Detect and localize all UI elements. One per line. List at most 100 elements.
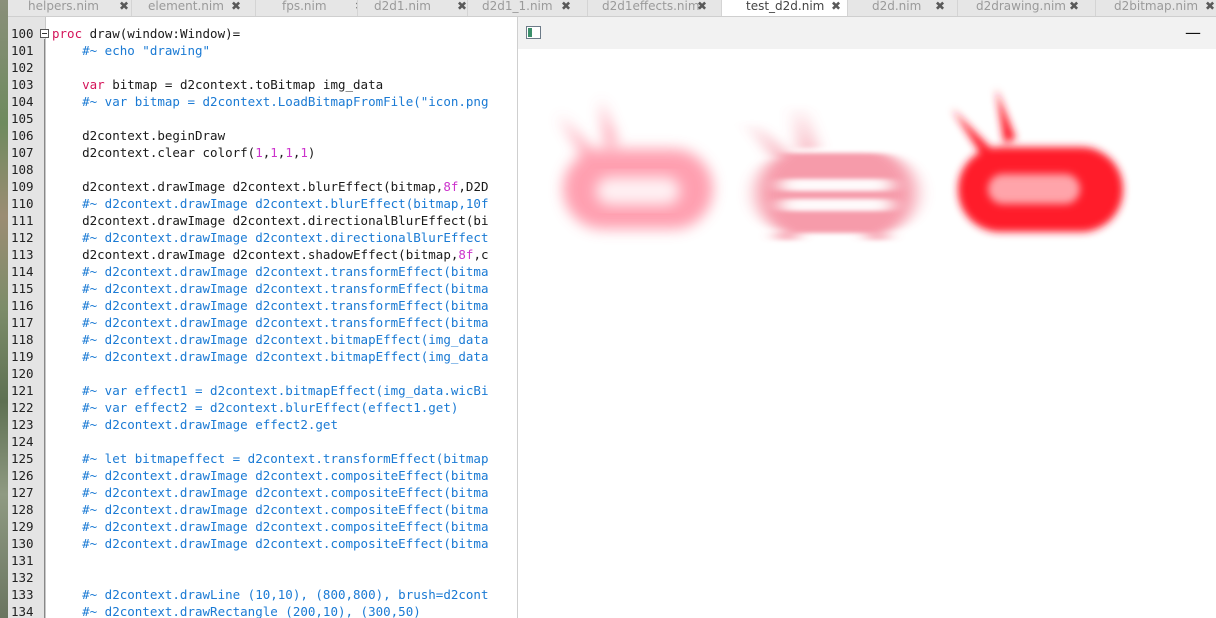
line-number: 105 bbox=[11, 111, 34, 126]
tab-label: element.nim bbox=[148, 0, 224, 13]
tab-separator bbox=[721, 0, 722, 16]
code-text: #~ d2context.drawImage effect2.get bbox=[52, 417, 338, 432]
code-line[interactable]: 102 bbox=[8, 59, 518, 76]
code-line[interactable]: 126 #~ d2context.drawImage d2context.com… bbox=[8, 467, 518, 484]
tab-d2bitmap-nim[interactable]: d2bitmap.nim ✖ bbox=[1096, 0, 1216, 16]
line-number: 133 bbox=[11, 587, 34, 602]
code-line[interactable]: 132 bbox=[8, 569, 518, 586]
tab-label: d2bitmap.nim bbox=[1114, 0, 1199, 13]
code-line[interactable]: 122 #~ var effect2 = d2context.blurEffec… bbox=[8, 399, 518, 416]
code-line[interactable]: 121 #~ var effect1 = d2context.bitmapEff… bbox=[8, 382, 518, 399]
code-text: #~ let bitmapeffect = d2context.transfor… bbox=[52, 451, 489, 466]
code-line[interactable]: 133 #~ d2context.drawLine (10,10), (800,… bbox=[8, 586, 518, 603]
code-line[interactable]: 131 bbox=[8, 552, 518, 569]
tab-fps-nim[interactable]: fps.nim✖ bbox=[256, 0, 358, 16]
code-line[interactable]: 107 d2context.clear colorf(1,1,1,1) bbox=[8, 144, 518, 161]
line-number: 100 bbox=[11, 26, 34, 41]
tab-helpers-nim[interactable]: helpers.nim ✖ bbox=[8, 0, 132, 16]
line-number: 131 bbox=[11, 553, 34, 568]
code-line[interactable]: 117 #~ d2context.drawImage d2context.tra… bbox=[8, 314, 518, 331]
line-number: 115 bbox=[11, 281, 34, 296]
code-line[interactable]: 114 #~ d2context.drawImage d2context.tra… bbox=[8, 263, 518, 280]
code-line[interactable]: 110 #~ d2context.drawImage d2context.blu… bbox=[8, 195, 518, 212]
tab-label: helpers.nim bbox=[28, 0, 99, 13]
code-line[interactable]: 109 d2context.drawImage d2context.blurEf… bbox=[8, 178, 518, 195]
line-number: 103 bbox=[11, 77, 34, 92]
code-text: #~ echo "drawing" bbox=[52, 43, 211, 58]
tab-element-nim[interactable]: element.nim ✖ bbox=[132, 0, 256, 16]
line-number: 120 bbox=[11, 366, 34, 381]
tab-d2d-nim[interactable]: d2d.nim ✖ bbox=[848, 0, 958, 16]
code-line[interactable]: 116 #~ d2context.drawImage d2context.tra… bbox=[8, 297, 518, 314]
code-line[interactable]: 120 bbox=[8, 365, 518, 382]
code-text: #~ d2context.drawImage d2context.directi… bbox=[52, 230, 489, 245]
fold-toggle-icon[interactable] bbox=[40, 29, 49, 38]
tab-d2d1-1-nim[interactable]: d2d1_1.nim ✖ bbox=[468, 0, 588, 16]
code-line[interactable]: 115 #~ d2context.drawImage d2context.tra… bbox=[8, 280, 518, 297]
code-line[interactable]: 130 #~ d2context.drawImage d2context.com… bbox=[8, 535, 518, 552]
code-line[interactable]: 101 #~ echo "drawing" bbox=[8, 42, 518, 59]
tab-d2d1-nim[interactable]: d2d1.nim ✖ bbox=[358, 0, 468, 16]
code-text: proc draw(window:Window)= bbox=[52, 26, 241, 41]
close-tab-icon[interactable]: ✖ bbox=[830, 0, 842, 12]
code-line[interactable]: 113 d2context.drawImage d2context.shadow… bbox=[8, 246, 518, 263]
tab-bar: helpers.nim✖element.nim✖fps.nim✖d2d1.nim… bbox=[8, 0, 1216, 17]
tab-d2d1effects-nim[interactable]: d2d1effects.nim ✖ bbox=[588, 0, 722, 16]
code-line[interactable]: 112 #~ d2context.drawImage d2context.dir… bbox=[8, 229, 518, 246]
line-number: 117 bbox=[11, 315, 34, 330]
tab-label: fps.nim bbox=[282, 0, 327, 13]
line-number: 106 bbox=[11, 128, 34, 143]
tab-separator bbox=[357, 0, 358, 16]
window-titlebar[interactable]: — bbox=[518, 17, 1216, 49]
code-line[interactable]: 119 #~ d2context.drawImage d2context.bit… bbox=[8, 348, 518, 365]
code-line[interactable]: 104 #~ var bitmap = d2context.LoadBitmap… bbox=[8, 93, 518, 110]
line-number: 111 bbox=[11, 213, 34, 228]
code-line[interactable]: 106 d2context.beginDraw bbox=[8, 127, 518, 144]
close-tab-icon[interactable]: ✖ bbox=[1068, 0, 1080, 12]
line-number: 125 bbox=[11, 451, 34, 466]
code-line[interactable]: 125 #~ let bitmapeffect = d2context.tran… bbox=[8, 450, 518, 467]
code-line[interactable]: 127 #~ d2context.drawImage d2context.com… bbox=[8, 484, 518, 501]
output-window[interactable]: — bbox=[517, 17, 1216, 618]
tab-label: d2d1.nim bbox=[374, 0, 431, 13]
line-number: 119 bbox=[11, 349, 34, 364]
code-line[interactable]: 103 var bitmap = d2context.toBitmap img_… bbox=[8, 76, 518, 93]
tab-separator bbox=[467, 0, 468, 16]
tab-test-d2d-nim[interactable]: test_d2d.nim ✖ bbox=[722, 0, 848, 16]
code-line[interactable]: 128 #~ d2context.drawImage d2context.com… bbox=[8, 501, 518, 518]
line-number: 132 bbox=[11, 570, 34, 585]
close-tab-icon[interactable]: ✖ bbox=[696, 0, 708, 12]
close-tab-icon[interactable]: ✖ bbox=[560, 0, 572, 12]
line-number: 102 bbox=[11, 60, 34, 75]
minimize-button[interactable]: — bbox=[1183, 23, 1203, 43]
code-text: #~ d2context.drawRectangle (200,10), (30… bbox=[52, 604, 421, 618]
close-tab-icon[interactable]: ✖ bbox=[230, 0, 242, 12]
code-line[interactable]: 105 bbox=[8, 110, 518, 127]
line-number: 126 bbox=[11, 468, 34, 483]
tab-separator bbox=[131, 0, 132, 16]
code-text: #~ d2context.drawImage d2context.transfo… bbox=[52, 298, 489, 313]
code-text: #~ d2context.drawImage d2context.composi… bbox=[52, 502, 489, 517]
line-number: 118 bbox=[11, 332, 34, 347]
code-line[interactable]: 123 #~ d2context.drawImage effect2.get bbox=[8, 416, 518, 433]
code-line[interactable]: 129 #~ d2context.drawImage d2context.com… bbox=[8, 518, 518, 535]
code-text: #~ d2context.drawImage d2context.blurEff… bbox=[52, 196, 489, 211]
tab-label: d2drawing.nim bbox=[976, 0, 1066, 13]
tab-label: test_d2d.nim bbox=[746, 0, 825, 13]
tab-label: d2d.nim bbox=[872, 0, 922, 13]
desktop-background bbox=[0, 0, 8, 618]
code-line[interactable]: 111 d2context.drawImage d2context.direct… bbox=[8, 212, 518, 229]
code-editor[interactable]: 100 proc draw(window:Window)= 101 #~ echo … bbox=[8, 17, 518, 618]
close-tab-icon[interactable]: ✖ bbox=[118, 0, 130, 12]
code-line[interactable]: 134 #~ d2context.drawRectangle (200,10),… bbox=[8, 603, 518, 618]
code-line[interactable]: 100 proc draw(window:Window)= bbox=[8, 25, 518, 42]
code-line[interactable]: 108 bbox=[8, 161, 518, 178]
close-tab-icon[interactable]: ✖ bbox=[934, 0, 946, 12]
blurred-sprite-face bbox=[596, 177, 680, 205]
code-text: #~ d2context.drawImage d2context.composi… bbox=[52, 485, 489, 500]
code-line[interactable]: 124 bbox=[8, 433, 518, 450]
code-line[interactable]: 118 #~ d2context.drawImage d2context.bit… bbox=[8, 331, 518, 348]
line-number: 116 bbox=[11, 298, 34, 313]
tab-d2drawing-nim[interactable]: d2drawing.nim ✖ bbox=[958, 0, 1096, 16]
close-tab-icon[interactable]: ✖ bbox=[1204, 0, 1216, 12]
